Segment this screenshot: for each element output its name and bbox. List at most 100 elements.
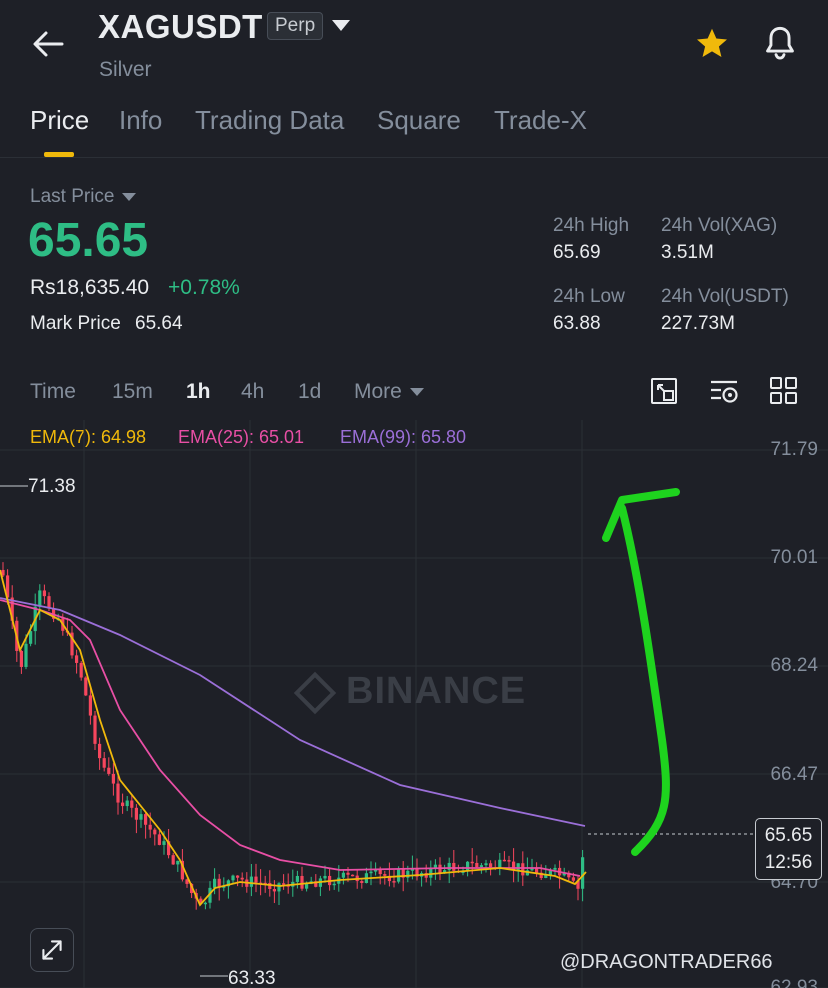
watermark-username: @DRAGONTRADER66 [560, 951, 773, 973]
candle-body [392, 881, 396, 883]
axis-label: 68.24 [770, 655, 818, 676]
interval-more-label: More [354, 380, 402, 403]
annotation-arrow-shaft [618, 504, 670, 856]
candle-body [111, 773, 115, 784]
contract-type-badge: Perp [267, 12, 324, 40]
binance-watermark: BINANCE [293, 670, 526, 715]
candle-body [203, 902, 207, 905]
candle-body [157, 834, 161, 845]
candle-body [176, 860, 180, 865]
candle-body [282, 883, 286, 885]
candle-body [351, 874, 355, 877]
more-caret-icon [409, 388, 424, 397]
interval-more[interactable]: More [354, 380, 424, 404]
price-change-percent: +0.78% [168, 276, 240, 299]
candle-body [502, 859, 506, 862]
interval-1h[interactable]: 1h [186, 380, 211, 404]
candle-body [88, 695, 92, 716]
tab-bar: Price Info Trading Data Square Trade-X [0, 105, 828, 157]
candle-body [378, 869, 382, 875]
candle-body [429, 868, 433, 878]
interval-1d[interactable]: 1d [298, 380, 321, 404]
tab-info[interactable]: Info [119, 105, 162, 136]
ema7-line [0, 569, 587, 907]
candle-body [42, 590, 46, 597]
axis-label: 66.47 [770, 764, 818, 785]
candle-body [107, 767, 111, 774]
candle-body [148, 824, 152, 830]
candle-body [489, 863, 493, 868]
interval-time[interactable]: Time [30, 380, 76, 404]
axis-label: 62.93 [770, 977, 818, 988]
tab-square[interactable]: Square [377, 105, 461, 136]
current-price-tag-value: 65.65 [764, 825, 813, 846]
last-price-value: 65.65 [28, 214, 149, 267]
candle-body [139, 814, 143, 820]
candle-body [332, 883, 336, 886]
fiat-price: Rs18,635.40 [30, 276, 150, 299]
candle-body [300, 875, 304, 889]
candle-body [475, 862, 479, 868]
candle-body [130, 800, 134, 808]
interval-4h[interactable]: 4h [241, 380, 264, 404]
candle-body [213, 878, 217, 888]
indicator-settings-icon[interactable] [709, 376, 741, 406]
candle-body [116, 783, 120, 803]
candle-body [19, 650, 23, 667]
vol-quote-24h-label: 24h Vol(USDT) [661, 286, 789, 307]
ema25-line [0, 599, 581, 877]
candle-body [121, 802, 125, 807]
low-24h-value: 63.88 [553, 313, 601, 334]
candle-body [125, 800, 129, 807]
star-icon[interactable] [694, 26, 730, 62]
low-24h-label: 24h Low [553, 286, 625, 307]
symbol-title[interactable]: XAGUSDT [98, 8, 263, 46]
candle-body [75, 655, 79, 663]
candle-body [236, 875, 240, 878]
symbol-dropdown-caret-icon[interactable] [332, 20, 350, 31]
grid-layout-icon[interactable] [768, 376, 800, 406]
candle-body [295, 875, 299, 882]
page-header: XAGUSDT Perp Silver Price Info Trading D… [0, 0, 828, 158]
candle-body [360, 881, 364, 883]
candle-body [268, 883, 272, 889]
symbol-subtitle: Silver [99, 58, 152, 81]
candle-body [369, 871, 373, 874]
vol-base-24h-value: 3.51M [661, 242, 714, 263]
binance-logo-icon [293, 671, 337, 715]
last-price-label: Last Price [30, 186, 115, 207]
candle-body [231, 875, 235, 881]
candle-body [240, 877, 244, 880]
candle-body [484, 863, 488, 866]
candle-body [447, 862, 451, 871]
candle-body [516, 863, 520, 871]
candle-body [84, 677, 88, 696]
candle-body [553, 867, 557, 870]
candle-body [323, 875, 327, 879]
vol-base-24h-label: 24h Vol(XAG) [661, 215, 778, 236]
candle-countdown: 12:56 [764, 852, 813, 873]
candle-body [581, 857, 585, 889]
last-price-selector[interactable]: Last Price [30, 186, 137, 208]
candle-body [153, 829, 157, 835]
candle-body [507, 860, 511, 862]
axis-label: 70.01 [770, 547, 818, 568]
chart-low-marker: 63.33 [228, 968, 276, 988]
tab-price[interactable]: Price [30, 105, 89, 136]
candle-body [98, 743, 102, 759]
candle-body [341, 872, 345, 878]
chart-fullscreen-icon[interactable] [649, 376, 681, 406]
candle-body [346, 872, 350, 875]
back-arrow-icon[interactable] [30, 26, 66, 62]
expand-icon[interactable] [30, 928, 74, 972]
vol-quote-24h-value: 227.73M [661, 313, 735, 334]
tab-trade-x[interactable]: Trade-X [494, 105, 587, 136]
candle-body [162, 841, 166, 845]
candle-body [249, 876, 253, 887]
mark-price-value: 65.64 [135, 313, 183, 334]
interval-15m[interactable]: 15m [112, 380, 153, 404]
tab-trading-data[interactable]: Trading Data [195, 105, 344, 136]
ema-lines [0, 569, 587, 907]
chart-high-marker: 71.38 [28, 476, 76, 497]
bell-icon[interactable] [762, 24, 798, 62]
